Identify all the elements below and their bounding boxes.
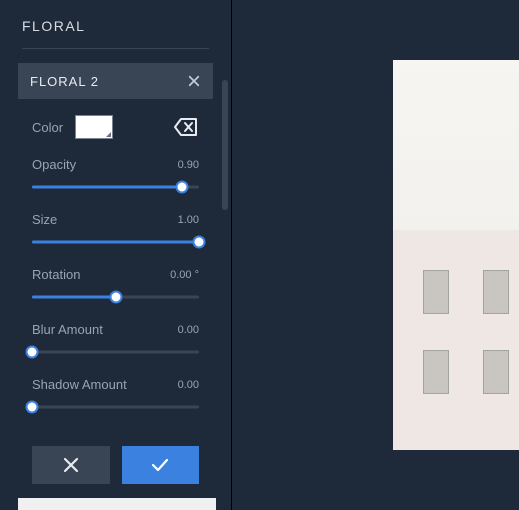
- shadow-value: 0.00: [178, 379, 199, 391]
- shadow-slider[interactable]: [32, 400, 199, 414]
- opacity-slider[interactable]: [32, 180, 199, 194]
- panel-header: FLORAL 2: [18, 63, 213, 99]
- action-buttons: [18, 436, 213, 500]
- shadow-label: Shadow Amount: [32, 377, 127, 392]
- size-row: Size 1.00: [32, 212, 199, 249]
- rotation-slider[interactable]: [32, 290, 199, 304]
- sidebar: FLORAL FLORAL 2 Color: [0, 0, 232, 510]
- clear-color-icon[interactable]: [173, 116, 199, 138]
- panel-title: FLORAL 2: [30, 74, 99, 89]
- cancel-button[interactable]: [32, 446, 110, 484]
- canvas[interactable]: [233, 0, 519, 510]
- blur-label: Blur Amount: [32, 322, 103, 337]
- size-slider[interactable]: [32, 235, 199, 249]
- blur-row: Blur Amount 0.00: [32, 322, 199, 359]
- size-label: Size: [32, 212, 57, 227]
- close-icon[interactable]: [187, 74, 201, 88]
- blur-value: 0.00: [178, 324, 199, 336]
- color-swatch[interactable]: [75, 115, 113, 139]
- panel-body: Color Opacity 0.90: [18, 99, 213, 436]
- thumbnail-strip[interactable]: [18, 498, 216, 510]
- rotation-row: Rotation 0.00 °: [32, 267, 199, 304]
- properties-panel: FLORAL 2 Color: [18, 63, 213, 500]
- scrollbar[interactable]: [222, 80, 228, 440]
- confirm-button[interactable]: [122, 446, 200, 484]
- shadow-row: Shadow Amount 0.00: [32, 377, 199, 414]
- size-value: 1.00: [178, 214, 199, 226]
- rotation-value: 0.00 °: [170, 269, 199, 281]
- color-row: Color: [32, 115, 199, 139]
- section-title: FLORAL: [0, 0, 231, 48]
- opacity-row: Opacity 0.90: [32, 157, 199, 194]
- opacity-label: Opacity: [32, 157, 76, 172]
- color-label: Color: [32, 120, 63, 135]
- canvas-image[interactable]: [393, 60, 519, 450]
- scrollbar-thumb[interactable]: [222, 80, 228, 210]
- blur-slider[interactable]: [32, 345, 199, 359]
- opacity-value: 0.90: [178, 159, 199, 171]
- rotation-label: Rotation: [32, 267, 80, 282]
- divider: [22, 48, 209, 49]
